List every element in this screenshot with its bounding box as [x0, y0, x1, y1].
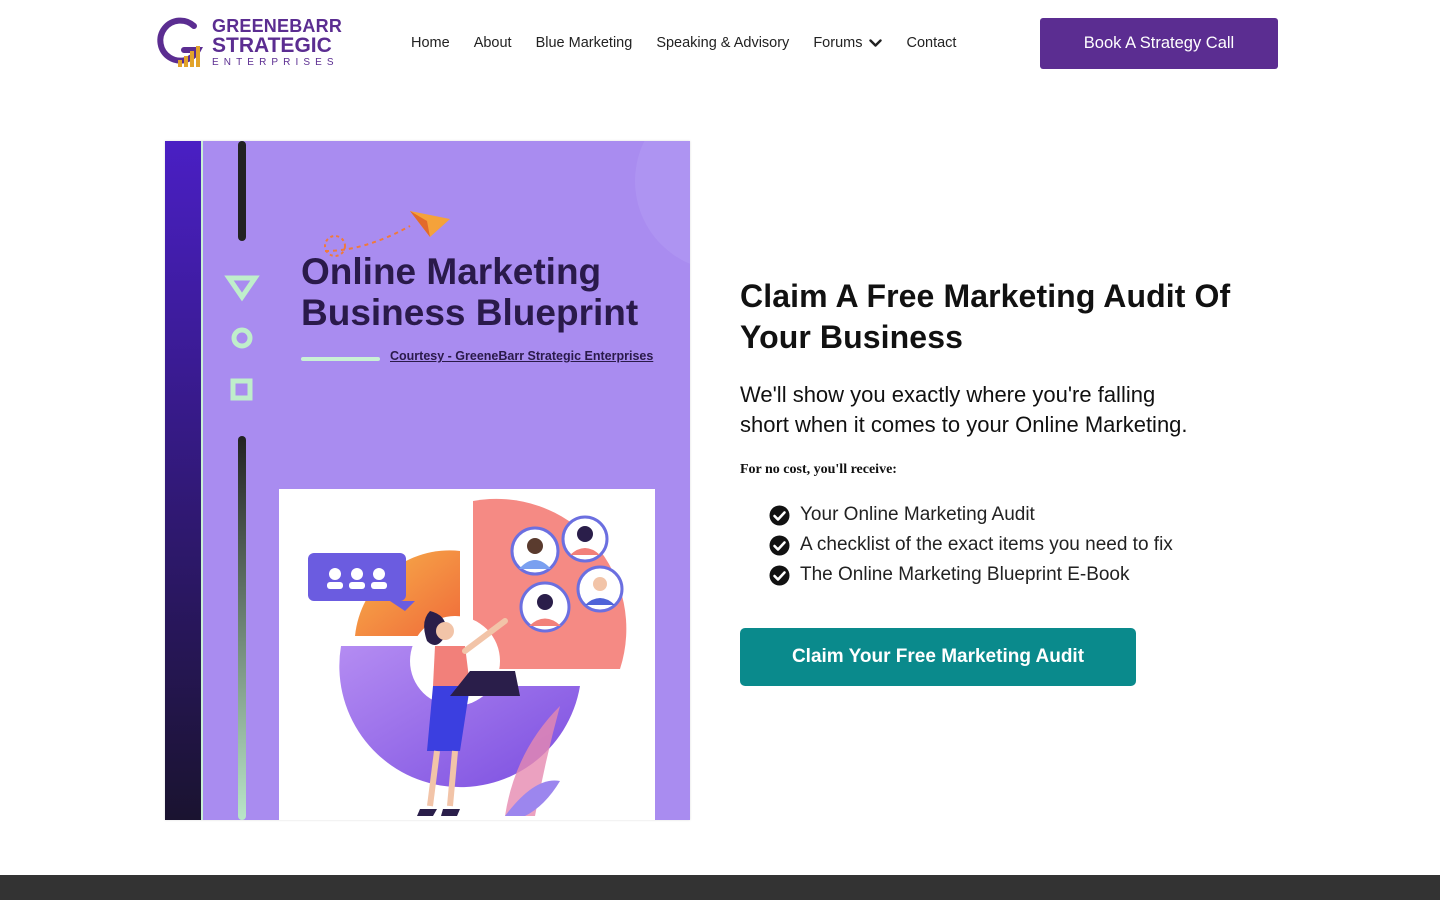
cover-courtesy: Courtesy - GreeneBarr Strategic Enterpri… — [390, 349, 654, 363]
subheading-line1: We'll show you exactly where you're fall… — [740, 382, 1156, 407]
main-content: Claim A Free Marketing Audit Of Your Bus… — [740, 276, 1300, 590]
nav-home[interactable]: Home — [411, 35, 450, 51]
list-item: The Online Marketing Blueprint E-Book — [769, 560, 1300, 590]
check-circle-icon — [769, 535, 790, 555]
nav-forums[interactable]: Forums — [813, 35, 883, 51]
list-item: Your Online Marketing Audit — [769, 500, 1300, 530]
blueprint-cover-image: Online Marketing Business Blueprint Cour… — [165, 141, 690, 820]
nav-about[interactable]: About — [474, 35, 512, 51]
check-circle-icon — [769, 565, 790, 585]
book-strategy-call-button[interactable]: Book A Strategy Call — [1040, 18, 1278, 69]
check-circle-icon — [769, 505, 790, 525]
chevron-down-icon — [869, 38, 883, 47]
logo-mark-icon — [157, 17, 204, 67]
logo-line2: STRATEGIC — [212, 34, 332, 57]
cover-title-line2: Business Blueprint — [301, 292, 639, 333]
claim-audit-button[interactable]: Claim Your Free Marketing Audit — [740, 628, 1136, 686]
list-item-text: A checklist of the exact items you need … — [800, 534, 1173, 555]
nav-blue-marketing[interactable]: Blue Marketing — [536, 35, 633, 51]
list-item-text: Your Online Marketing Audit — [800, 504, 1035, 525]
list-item: A checklist of the exact items you need … — [769, 530, 1300, 560]
subheading: We'll show you exactly where you're fall… — [740, 380, 1300, 440]
cover-title-line1: Online Marketing — [301, 251, 602, 292]
page-title-line2: Your Business — [740, 319, 963, 355]
page-title-line1: Claim A Free Marketing Audit Of — [740, 278, 1231, 314]
cover-title: Online Marketing Business Blueprint — [301, 251, 638, 333]
cover-divider — [301, 357, 380, 361]
benefits-list: Your Online Marketing Audit A checklist … — [769, 500, 1300, 590]
list-item-text: The Online Marketing Blueprint E-Book — [800, 564, 1130, 585]
footer-bar — [0, 875, 1440, 900]
nav-speaking-advisory[interactable]: Speaking & Advisory — [656, 35, 789, 51]
site-header: GREENEBARR STRATEGIC ENTERPRISES Home Ab… — [0, 0, 1440, 90]
logo[interactable]: GREENEBARR STRATEGIC ENTERPRISES — [154, 16, 344, 72]
logo-line3: ENTERPRISES — [212, 57, 339, 68]
nav-contact[interactable]: Contact — [906, 35, 956, 51]
page-title: Claim A Free Marketing Audit Of Your Bus… — [740, 276, 1300, 358]
subheading-line2: short when it comes to your Online Marke… — [740, 412, 1188, 437]
main-nav: Home About Blue Marketing Speaking & Adv… — [411, 33, 956, 53]
nav-forums-label: Forums — [813, 35, 863, 51]
receive-label: For no cost, you'll receive: — [740, 462, 897, 477]
cover-illustration — [165, 141, 690, 820]
